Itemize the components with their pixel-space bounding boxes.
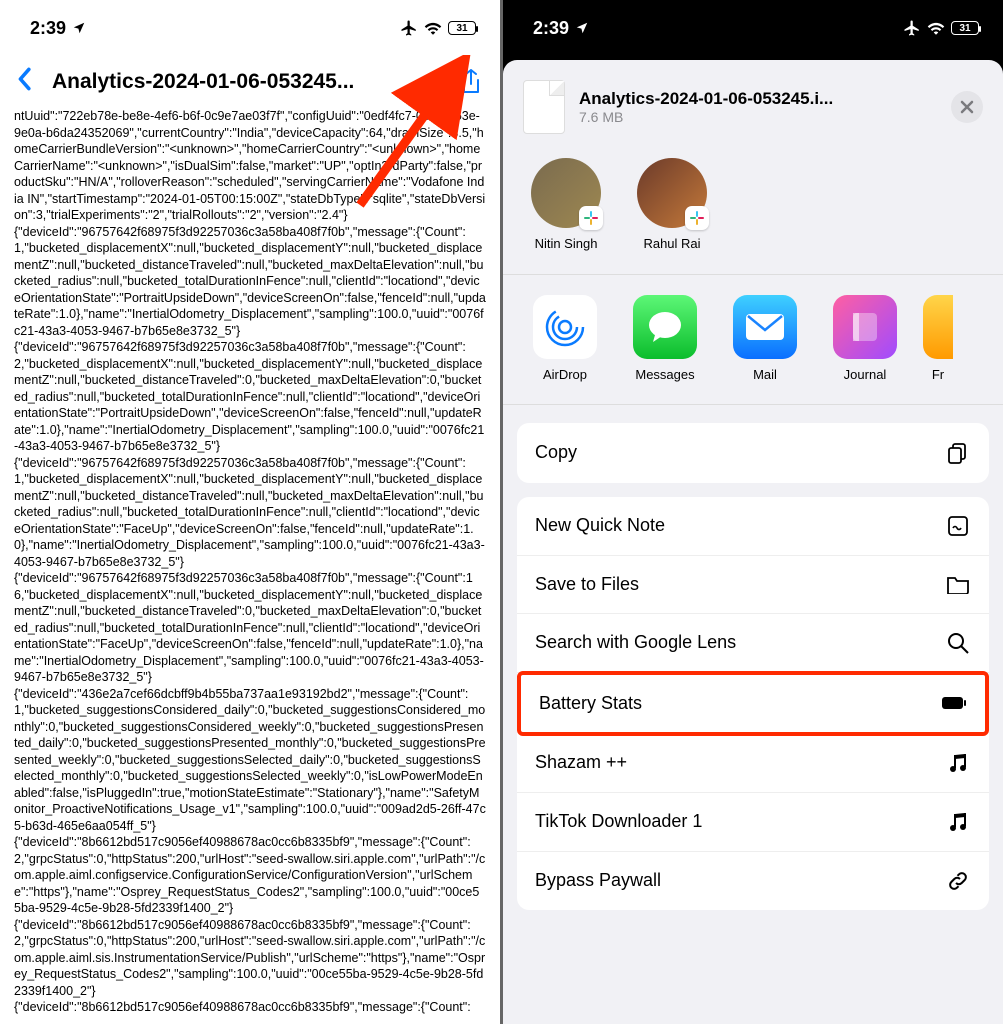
app-airdrop[interactable]: AirDrop xyxy=(523,295,607,382)
location-arrow-icon xyxy=(575,21,589,35)
file-name: Analytics-2024-01-06-053245.i... xyxy=(579,89,899,109)
status-time-right: 2:39 xyxy=(533,18,589,39)
sheet-header: Analytics-2024-01-06-053245.i... 7.6 MB xyxy=(503,74,1003,150)
document-content[interactable]: ntUuid":"722eb78e-be8e-4ef6-b6f-0c9e7ae0… xyxy=(0,108,500,1018)
action-copy[interactable]: Copy xyxy=(517,423,989,483)
contact-name: Rahul Rai xyxy=(629,236,715,252)
battery-pct: 31 xyxy=(959,23,970,34)
action-shazam[interactable]: Shazam ++ xyxy=(517,734,989,793)
status-bar: 2:39 31 xyxy=(0,0,500,50)
app-mail[interactable]: Mail xyxy=(723,295,807,382)
status-icons: 31 xyxy=(400,19,476,37)
app-journal[interactable]: Journal xyxy=(823,295,907,382)
close-icon xyxy=(960,100,974,114)
note-icon xyxy=(945,515,971,537)
location-arrow-icon xyxy=(72,21,86,35)
back-button[interactable] xyxy=(16,66,42,98)
clock-text: 2:39 xyxy=(533,18,569,39)
app-partial[interactable]: Fr xyxy=(923,295,953,382)
battery-pct: 31 xyxy=(456,23,467,34)
copy-icon xyxy=(945,441,971,465)
music-note-icon xyxy=(945,752,971,774)
status-time: 2:39 xyxy=(30,18,86,39)
folder-icon xyxy=(945,574,971,594)
airplane-icon xyxy=(903,19,921,37)
action-battery-stats[interactable]: Battery Stats xyxy=(521,675,985,732)
action-label: TikTok Downloader 1 xyxy=(535,811,702,832)
chevron-left-icon xyxy=(16,67,32,91)
app-label: Fr xyxy=(923,367,953,382)
journal-icon xyxy=(833,295,897,359)
action-label: Search with Google Lens xyxy=(535,632,736,653)
contact-name: Nitin Singh xyxy=(523,236,609,252)
action-bypass-paywall[interactable]: Bypass Paywall xyxy=(517,852,989,910)
airdrop-icon xyxy=(533,295,597,359)
file-size: 7.6 MB xyxy=(579,109,937,125)
share-button[interactable] xyxy=(458,67,484,97)
close-button[interactable] xyxy=(951,91,983,123)
action-label: Save to Files xyxy=(535,574,639,595)
airplane-icon xyxy=(400,19,418,37)
status-icons-right: 31 xyxy=(903,19,979,37)
battery-icon: 31 xyxy=(951,21,979,35)
action-label: Copy xyxy=(535,442,577,463)
app-icon-partial xyxy=(923,295,953,359)
app-label: Journal xyxy=(823,367,907,382)
right-phone: 2:39 31 Analytics-2024-01-06-053245.i...… xyxy=(503,0,1003,1024)
slack-badge-icon xyxy=(579,206,603,230)
search-icon xyxy=(945,632,971,654)
action-tiktok-downloader[interactable]: TikTok Downloader 1 xyxy=(517,793,989,852)
music-note-icon xyxy=(945,811,971,833)
share-contact-rahul[interactable]: Rahul Rai xyxy=(629,158,715,252)
clock-text: 2:39 xyxy=(30,18,66,39)
battery-icon: 31 xyxy=(448,21,476,35)
mail-icon xyxy=(733,295,797,359)
action-label: Shazam ++ xyxy=(535,752,627,773)
share-sheet: Analytics-2024-01-06-053245.i... 7.6 MB … xyxy=(503,60,1003,1024)
status-bar-right: 2:39 31 xyxy=(503,0,1003,50)
messages-icon xyxy=(633,295,697,359)
avatar xyxy=(531,158,601,228)
page-title: Analytics-2024-01-06-053245... xyxy=(52,70,448,94)
wifi-icon xyxy=(424,21,442,35)
battery-full-icon xyxy=(941,696,967,710)
share-icon xyxy=(459,68,483,96)
actions-list: Copy New Quick Note Save to Files Search… xyxy=(517,423,989,910)
action-quick-note[interactable]: New Quick Note xyxy=(517,497,989,556)
people-row: Nitin Singh Rahul Rai xyxy=(503,150,1003,275)
file-thumbnail xyxy=(523,80,565,134)
share-contact-nitin[interactable]: Nitin Singh xyxy=(523,158,609,252)
app-label: AirDrop xyxy=(523,367,607,382)
file-info: Analytics-2024-01-06-053245.i... 7.6 MB xyxy=(579,89,937,125)
slack-badge-icon xyxy=(685,206,709,230)
apps-row: AirDrop Messages Mail Journal xyxy=(503,275,1003,405)
action-label: Bypass Paywall xyxy=(535,870,661,891)
action-label: New Quick Note xyxy=(535,515,665,536)
app-messages[interactable]: Messages xyxy=(623,295,707,382)
link-icon xyxy=(945,870,971,892)
avatar xyxy=(637,158,707,228)
nav-bar: Analytics-2024-01-06-053245... xyxy=(0,50,500,108)
app-label: Mail xyxy=(723,367,807,382)
action-google-lens[interactable]: Search with Google Lens xyxy=(517,614,989,673)
wifi-icon xyxy=(927,21,945,35)
action-label: Battery Stats xyxy=(539,693,642,714)
app-label: Messages xyxy=(623,367,707,382)
left-phone: 2:39 31 Analytics-2024-01-06-053245... n… xyxy=(0,0,500,1024)
action-save-files[interactable]: Save to Files xyxy=(517,556,989,614)
